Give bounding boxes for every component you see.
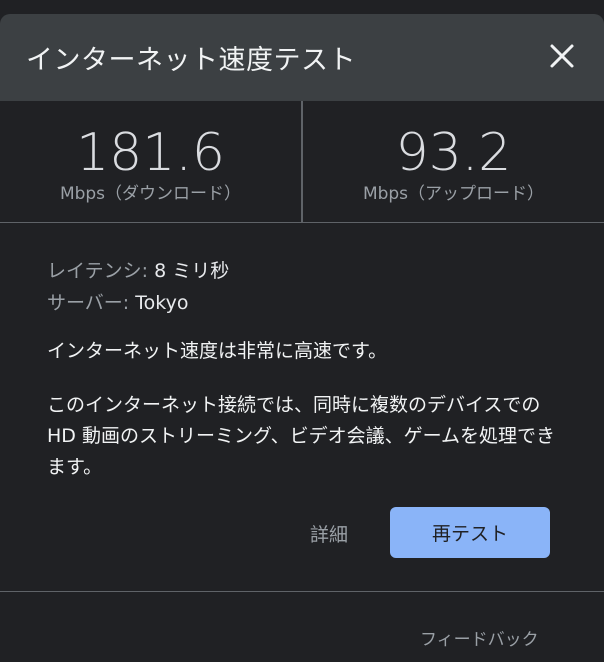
upload-metric: 93.2 Mbps（アップロード） [303,101,604,222]
speed-summary: インターネット速度は非常に高速です。 [47,340,388,362]
upload-unit: Mbps（アップロード） [362,184,545,204]
upload-value: 93.2 [395,123,512,183]
close-icon[interactable] [548,42,576,70]
server-label: サーバー: [47,292,130,314]
download-metric: 181.6 Mbps（ダウンロード） [0,101,303,222]
dialog-title: インターネット速度テスト [26,45,356,76]
speed-metrics: 181.6 Mbps（ダウンロード） 93.2 Mbps（アップロード） [0,101,604,223]
details-link[interactable]: 詳細 [310,520,348,547]
latency-value: 8 ミリ秒 [154,260,230,282]
feedback-link[interactable]: フィードバック [420,625,539,650]
speed-description: このインターネット接続では、同時に複数のデバイスでの HD 動画のストリーミング… [47,394,556,478]
connection-info: レイテンシ: 8 ミリ秒 サーバー: Tokyo [47,255,229,319]
retest-button[interactable]: 再テスト [390,507,550,558]
server-value: Tokyo [135,292,189,314]
download-unit: Mbps（ダウンロード） [59,184,242,204]
dialog-header: インターネット速度テスト [0,14,604,101]
latency-label: レイテンシ: [47,260,149,282]
download-value: 181.6 [76,123,225,183]
latency-row: レイテンシ: 8 ミリ秒 [47,255,229,287]
top-band [0,0,604,14]
divider [0,591,604,592]
server-row: サーバー: Tokyo [47,287,229,319]
